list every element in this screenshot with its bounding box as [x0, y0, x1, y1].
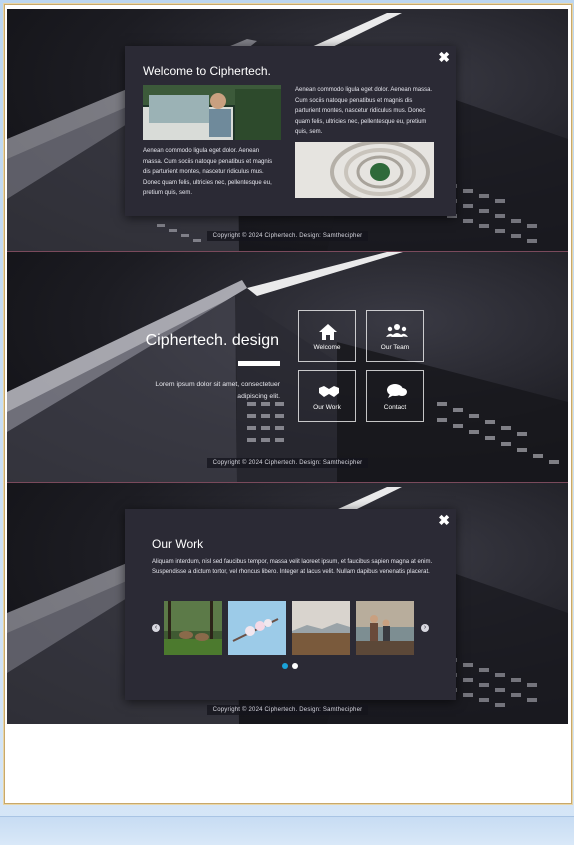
- our-work-paragraph: Aliquam interdum, nisl sed faucibus temp…: [152, 559, 433, 576]
- brand-underline: [238, 361, 280, 366]
- close-icon[interactable]: ✖: [438, 50, 450, 64]
- carousel-dot-2[interactable]: [292, 663, 298, 669]
- photo-spiral-staircase: [295, 142, 434, 198]
- browser-window: ✖ Welcome to Ciphertech. Aenean commodo …: [4, 4, 572, 804]
- nav-tile-our-team[interactable]: Our Team: [366, 310, 424, 362]
- handshake-icon: [319, 386, 339, 397]
- nav-tile-contact[interactable]: Contact: [366, 370, 424, 422]
- work-thumb-landscape[interactable]: [292, 601, 350, 655]
- work-thumb-deer[interactable]: [164, 601, 222, 655]
- work-thumb-lake-people[interactable]: [356, 601, 414, 655]
- building-background: [7, 252, 568, 482]
- welcome-paragraph-left: Aenean commodo ligula eget dolor. Aenean…: [143, 148, 273, 197]
- home-icon: [319, 324, 337, 340]
- welcome-section: ✖ Welcome to Ciphertech. Aenean commodo …: [7, 9, 568, 251]
- carousel-next-arrow[interactable]: ›: [421, 624, 429, 632]
- our-work-section: ✖ Our Work Aliquam interdum, nisl sed fa…: [7, 483, 568, 724]
- nav-tile-welcome[interactable]: Welcome: [298, 310, 356, 362]
- footer-copyright: Copyright © 2024 Ciphertech. Design: Sam…: [7, 231, 568, 241]
- taskbar: [0, 816, 574, 845]
- our-work-modal: ✖ Our Work Aliquam interdum, nisl sed fa…: [125, 509, 456, 700]
- carousel-dot-1[interactable]: [282, 663, 288, 669]
- close-icon[interactable]: ✖: [438, 513, 450, 527]
- nav-tile-our-work[interactable]: Our Work: [298, 370, 356, 422]
- welcome-modal: ✖ Welcome to Ciphertech. Aenean commodo …: [125, 46, 456, 216]
- welcome-paragraph-right: Aenean commodo ligula eget dolor. Aenean…: [295, 87, 433, 136]
- footer-copyright: Copyright © 2024 Ciphertech. Design: Sam…: [7, 705, 568, 715]
- modal-title: Our Work: [152, 537, 204, 551]
- brand-tagline: Lorem ipsum dolor sit amet, consectetuer…: [155, 381, 280, 400]
- carousel-prev-arrow[interactable]: ‹: [152, 624, 160, 632]
- work-thumb-blossom[interactable]: [228, 601, 286, 655]
- home-section: Ciphertech. design Lorem ipsum dolor sit…: [7, 252, 568, 482]
- users-icon: [386, 324, 408, 337]
- modal-title: Welcome to Ciphertech.: [143, 64, 271, 78]
- chat-bubble-icon: [387, 384, 407, 398]
- photo-woman-in-truck: [143, 85, 281, 140]
- footer-copyright: Copyright © 2024 Ciphertech. Design: Sam…: [7, 458, 568, 468]
- brand-title: Ciphertech. design: [145, 332, 279, 349]
